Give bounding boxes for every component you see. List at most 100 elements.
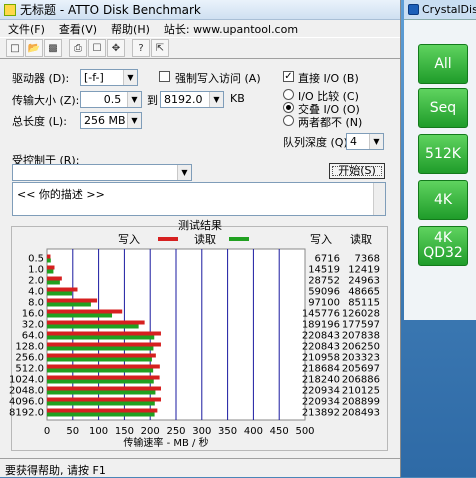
read-legend-swatch [229,237,249,241]
write-value: 218684 [302,364,340,375]
cdm-button-seq[interactable]: Seq [418,88,468,128]
write-bar [47,364,160,369]
write-bar [47,287,78,292]
read-value: 7368 [355,254,380,265]
x-tick-label: 300 [192,426,211,437]
read-value: 206886 [342,375,380,386]
y-tick-label: 0.5 [28,254,44,265]
read-legend-label: 读取 [194,232,216,246]
x-tick-label: 400 [244,426,263,437]
write-value: 218240 [302,375,340,386]
write-column-header: 写入 [310,233,332,246]
write-bar [47,397,162,402]
read-bar [47,401,155,406]
atto-window: 无标题 - ATTO Disk Benchmark 文件(F) 查看(V) 帮助… [0,0,401,477]
y-tick-label: 8192.0 [9,408,44,419]
cdm-button-4k-qd32[interactable]: 4K QD32 [418,226,468,266]
write-bar [47,342,161,347]
y-tick-label: 256.0 [15,353,44,364]
write-value: 220843 [302,331,340,342]
write-value: 210958 [302,353,340,364]
read-bar [47,269,54,274]
read-value: 205697 [342,364,380,375]
read-bar [47,302,91,307]
write-value: 213892 [302,408,340,419]
write-bar [47,353,156,358]
write-bar [47,265,55,270]
y-tick-label: 2048.0 [9,386,44,397]
results-chart: 测试结果 写入 读取 写入 读取 0 50 100 150 200 250 300 350 40… [9,219,380,449]
x-tick-label: 450 [270,426,289,437]
read-bar [47,368,154,373]
read-value: 210125 [342,386,380,397]
read-value: 207838 [342,331,380,342]
write-bar [47,298,98,303]
results-title: 测试结果 [178,219,222,232]
read-value: 48665 [348,287,380,298]
write-value: 97100 [308,298,340,309]
cdm-button-all[interactable]: All [418,44,468,84]
crystaldiskmark-app-icon [408,4,419,15]
write-value: 220843 [302,342,340,353]
read-bar [47,390,156,395]
write-value: 59096 [308,287,340,298]
write-value: 14519 [308,265,340,276]
read-value: 177597 [342,320,380,331]
write-legend-swatch [158,237,178,241]
write-bar [47,309,123,314]
y-tick-label: 64.0 [22,331,44,342]
read-value: 126028 [342,309,380,320]
crystaldiskmark-titlebar[interactable]: CrystalDiskMark [404,0,476,20]
write-bar [47,375,160,380]
read-value: 24963 [348,276,380,287]
read-value: 206250 [342,342,380,353]
cdm-button-4k[interactable]: 4K [418,180,468,220]
y-tick-label: 1.0 [28,265,44,276]
write-legend-label: 写入 [118,233,140,246]
x-tick-label: 350 [218,426,237,437]
read-value: 12419 [348,265,380,276]
read-bar [47,291,73,296]
write-value: 28752 [308,276,340,287]
read-value: 208899 [342,397,380,408]
x-tick-label: 500 [295,426,314,437]
read-value: 208493 [342,408,380,419]
x-tick-label: 250 [166,426,185,437]
x-tick-label: 50 [66,426,79,437]
read-value: 85115 [348,298,380,309]
y-tick-label: 128.0 [15,342,44,353]
y-tick-label: 16.0 [22,309,44,320]
x-tick-label: 150 [115,426,134,437]
write-bar [47,408,158,413]
write-value: 189196 [302,320,340,331]
read-column-header: 读取 [350,232,372,246]
read-bar [47,313,113,318]
y-tick-label: 8.0 [28,298,44,309]
cdm-button-512k[interactable]: 512K [418,134,468,174]
x-axis-label: 传输速率 - MB / 秒 [123,436,208,449]
x-tick-label: 200 [141,426,160,437]
y-tick-label: 4096.0 [9,397,44,408]
write-bar [47,320,145,325]
x-tick-label: 100 [89,426,108,437]
read-bar [47,280,60,285]
read-bar [47,357,152,362]
x-tick-label: 0 [44,426,50,437]
write-value: 6716 [315,254,340,265]
write-bar [47,386,162,391]
read-bar [47,324,139,329]
write-bar [47,276,62,281]
y-tick-label: 512.0 [15,364,44,375]
write-value: 220934 [302,397,340,408]
read-bar [47,412,155,417]
write-value: 145776 [302,309,340,320]
read-value: 203323 [342,353,380,364]
y-tick-label: 1024.0 [9,375,44,386]
y-tick-label: 32.0 [22,320,44,331]
read-bar [47,335,155,340]
read-bar [47,346,154,351]
y-tick-label: 2.0 [28,276,44,287]
status-bar: 要获得帮助, 请按 F1 [0,458,400,477]
write-value: 220934 [302,386,340,397]
read-bar [47,258,51,263]
